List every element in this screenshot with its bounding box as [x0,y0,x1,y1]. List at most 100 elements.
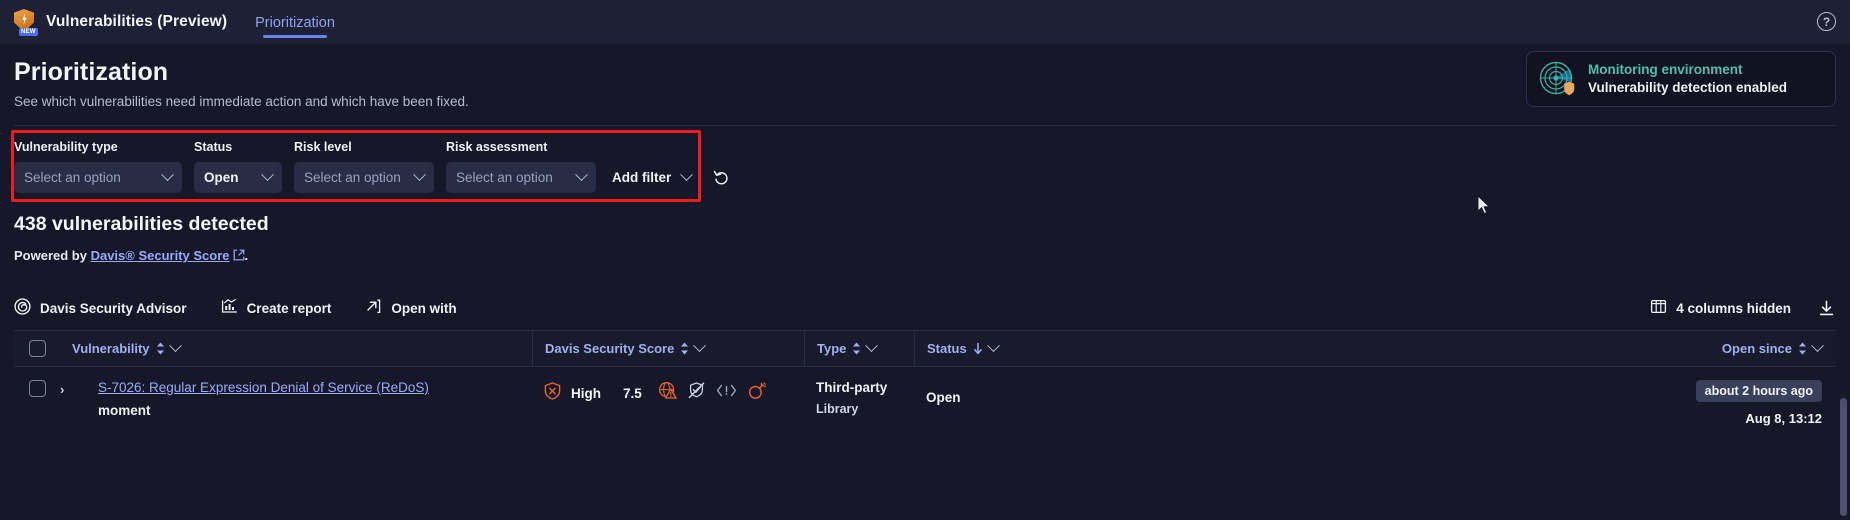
sort-desc-icon [973,343,982,355]
risk-assessment-select[interactable]: Select an option [446,162,596,193]
status-value: Open [926,390,961,405]
chevron-down-icon[interactable] [693,339,707,353]
chevron-down-icon[interactable] [1811,339,1824,353]
download-icon [1819,300,1834,315]
mouse-cursor [1477,194,1492,221]
sort-both-icon [1799,342,1806,355]
cell-vulnerability: S-7026: Regular Expression Denial of Ser… [86,380,532,418]
toolbar-label: Open with [391,300,457,316]
select-value: Select an option [456,170,553,185]
filter-status: Status Open [194,140,282,193]
summary-section: 438 vulnerabilities detected Powered by … [0,209,1850,264]
risk-level-label: High [571,385,601,401]
open-since-badge: about 2 hours ago [1695,380,1822,402]
public-exploit-icon [716,382,737,404]
radar-shield-icon [1539,60,1577,98]
vulnerability-count: 438 vulnerabilities detected [14,213,269,235]
chevron-down-icon [161,168,174,182]
create-report-button[interactable]: Create report [221,298,332,318]
column-label: Vulnerability [72,341,150,356]
column-header-vulnerability[interactable]: Vulnerability [60,331,532,367]
shield-x-icon [544,381,561,405]
open-external-icon [365,298,382,318]
security-score-value: 7.5 [623,385,642,401]
chart-report-icon [221,298,238,318]
internet-exposure-icon [658,381,677,405]
status-select[interactable]: Open [194,162,282,193]
column-header-open-since[interactable]: Open since [1710,331,1836,367]
powered-by-suffix: . [244,248,249,263]
vulnerability-component: moment [98,403,151,418]
select-all-checkbox[interactable] [28,340,46,357]
vulnerability-type-select[interactable]: Select an option [14,162,182,193]
table-header-row: Vulnerability Davis Security Score Type … [14,330,1836,367]
davis-swirl-icon [14,298,31,318]
cell-davis-security-score: High 7.5 [532,380,804,405]
filter-label: Status [194,140,233,154]
reset-filters-button[interactable] [707,162,736,193]
chevron-down-icon[interactable] [168,339,182,353]
sort-both-icon [681,342,689,355]
app-title: Vulnerabilities (Preview) [46,13,228,30]
powered-by-prefix: Powered by [14,248,91,263]
select-value: Select an option [304,170,401,185]
column-label: Open since [1721,341,1792,356]
chevron-down-icon [413,168,426,182]
select-value: Select an option [24,170,121,185]
page-header: Prioritization See which vulnerabilities… [0,44,1850,109]
new-badge: NEW [19,28,38,36]
filter-bar: Vulnerability type Select an option Stat… [0,128,1850,209]
add-filter-button[interactable]: Add filter [608,162,695,193]
data-assets-crossed-icon [687,381,706,405]
add-filter-label: Add filter [612,170,672,185]
table-row[interactable]: › S-7026: Regular Expression Denial of S… [14,367,1836,435]
sort-both-icon [853,342,861,355]
cell-status: Open [914,380,1074,405]
chevron-down-icon [575,168,588,182]
help-icon[interactable]: ? [1817,12,1836,31]
chevron-down-icon [261,168,274,182]
env-card-line2: Vulnerability detection enabled [1588,80,1788,95]
env-card-line1: Monitoring environment [1588,61,1743,77]
columns-hidden-button[interactable]: 4 columns hidden [1650,298,1791,318]
cell-open-since: about 2 hours ago Aug 8, 13:12 [1684,380,1836,426]
davis-security-score-link[interactable]: Davis® Security Score [91,248,230,263]
cell-type: Third-party Library [804,380,914,416]
filter-label: Vulnerability type [14,140,118,154]
download-button[interactable] [1817,299,1836,318]
column-header-status[interactable]: Status [914,330,1074,367]
open-with-button[interactable]: Open with [365,298,457,318]
column-header-type[interactable]: Type [804,330,914,367]
filter-risk-assessment: Risk assessment Select an option [446,140,596,193]
filter-label: Risk level [294,140,352,154]
column-header-davis-security-score[interactable]: Davis Security Score [532,330,804,367]
chevron-down-icon[interactable] [865,339,879,353]
vulnerability-link[interactable]: S-7026: Regular Expression Denial of Ser… [98,380,520,395]
select-all-cell [14,340,60,357]
top-navigation-bar: NEW Vulnerabilities (Preview) Prioritiza… [0,0,1850,44]
column-label: Davis Security Score [545,341,675,356]
row-checkbox[interactable] [28,380,46,397]
vulnerabilities-table: Vulnerability Davis Security Score Type … [14,330,1836,435]
risk-level-select[interactable]: Select an option [294,162,434,193]
external-link-icon[interactable] [233,249,245,264]
davis-security-advisor-button[interactable]: Davis Security Advisor [14,298,187,318]
powered-by-line: Powered by Davis® Security Score . [14,248,1836,264]
app-shield-bolt-icon: NEW [14,9,38,36]
table-toolbar: Davis Security Advisor Create report Ope… [0,286,1850,330]
sort-both-icon [156,342,164,355]
table-vertical-scrollbar[interactable] [1840,398,1847,516]
type-sub-label: Library [816,402,859,416]
row-expand-icon[interactable]: › [60,380,86,397]
columns-table-icon [1650,298,1667,318]
toolbar-label: Create report [246,300,332,316]
open-since-date: Aug 8, 13:12 [1745,411,1822,426]
vulnerable-function-icon [747,381,766,405]
monitoring-environment-card[interactable]: Monitoring environment Vulnerability det… [1526,51,1836,107]
tab-prioritization[interactable]: Prioritization [253,3,337,42]
chevron-down-icon[interactable] [986,339,1000,353]
row-select-cell [14,380,60,397]
reset-arrow-icon [714,170,728,185]
filter-vulnerability-type: Vulnerability type Select an option [14,140,182,193]
type-main-label: Third-party [816,380,888,395]
